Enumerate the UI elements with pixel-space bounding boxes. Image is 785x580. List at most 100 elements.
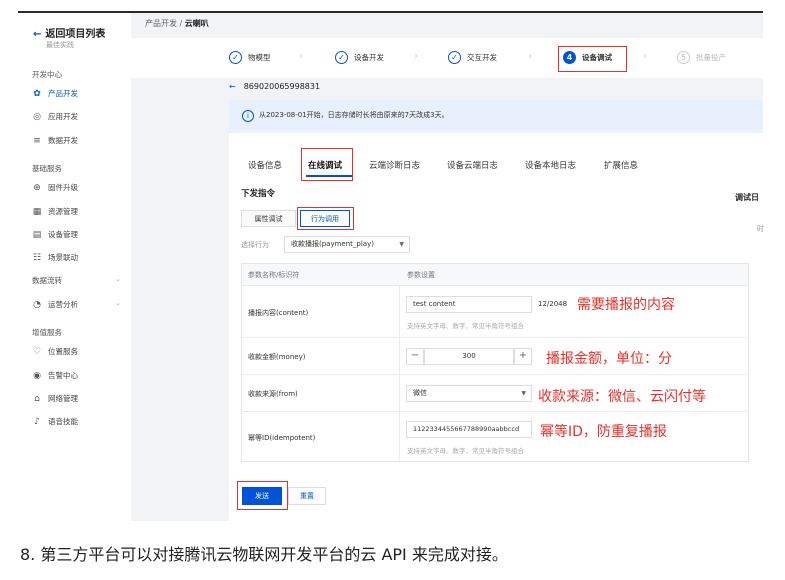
highlight-box-subtab — [297, 207, 354, 230]
tab-cloud-diagnosis-log[interactable]: 云端诊断日志 — [369, 159, 420, 171]
check-icon: ✓ — [335, 51, 348, 64]
sidebar-item-label: 告警中心 — [48, 371, 78, 380]
sidebar-item-label: 位置服务 — [48, 347, 78, 356]
step-label: 设备开发 — [354, 53, 384, 62]
alarm-icon: ◉ — [33, 370, 41, 381]
steps-bar — [131, 38, 763, 78]
chevron-right-icon: › — [414, 51, 418, 62]
sidebar-item-scene[interactable]: ☷ 场景联动 — [32, 252, 78, 263]
device-id: 869020065998831 — [243, 82, 321, 91]
reset-button[interactable]: 重置 — [288, 487, 326, 505]
tab-device-local-log[interactable]: 设备本地日志 — [525, 159, 576, 171]
device-header: ← 869020065998831 — [229, 82, 320, 91]
sidebar-item-label: 资源管理 — [48, 207, 78, 216]
chevron-down-icon: ⌄ — [115, 299, 121, 307]
resource-icon: ▦ — [32, 206, 42, 217]
breadcrumb-parent[interactable]: 产品开发 — [145, 19, 177, 28]
tab-device-info[interactable]: 设备信息 — [248, 159, 282, 171]
annotation-money: 播报金额，单位：分 — [546, 351, 672, 367]
annotation-content: 需要播报的内容 — [577, 297, 675, 313]
sidebar-item-voice[interactable]: ♪ 语音技能 — [32, 416, 78, 427]
highlight-box-step — [558, 46, 627, 72]
idempotent-input[interactable]: 1122334455667788990aabbccd — [406, 421, 532, 438]
breadcrumb-separator: / — [179, 19, 183, 28]
location-icon: ♡ — [32, 346, 42, 357]
upgrade-icon: ⊕ — [33, 182, 41, 193]
step-device-dev[interactable]: ✓ 设备开发 — [335, 51, 384, 64]
notice-banner: i 从2023-08-01开始，日志存储时长将由原来的7天改成3天。 — [229, 100, 763, 130]
action-select[interactable]: 收款播报(payment_play) ▼ — [284, 236, 410, 253]
annotation-from: 收款来源：微信、云闪付等 — [538, 389, 706, 405]
sidebar-item-app-dev[interactable]: ◎ 应用开发 — [32, 111, 78, 122]
caret-down-icon: ▼ — [521, 390, 526, 397]
breadcrumb-current: 云喇叭 — [184, 19, 209, 28]
nav-group-dataflow[interactable]: 数据流转 — [32, 275, 62, 286]
row-divider — [241, 285, 749, 286]
data-icon: ≡ — [33, 135, 41, 146]
sidebar-item-product-dev[interactable]: ✿ 产品开发 — [32, 88, 78, 99]
from-select[interactable]: 微信 ▼ — [406, 385, 532, 402]
tab-device-cloud-log[interactable]: 设备云端日志 — [447, 159, 498, 171]
nav-group-value-added: 增值服务 — [32, 328, 62, 337]
plus-button[interactable]: + — [514, 348, 532, 365]
param-label-money: 收款金额(money) — [248, 353, 306, 361]
sidebar-item-label: 应用开发 — [48, 112, 78, 121]
scene-icon: ☷ — [32, 252, 42, 263]
money-input[interactable]: 300 — [424, 348, 514, 365]
sidebar-item-data-dev[interactable]: ≡ 数据开发 — [32, 135, 78, 146]
back-arrow-icon[interactable]: ← — [229, 82, 236, 91]
sidebar-item-alarm[interactable]: ◉ 告警中心 — [32, 370, 78, 381]
column-divider — [399, 285, 400, 462]
row-divider — [241, 337, 749, 338]
step-interaction-dev[interactable]: ✓ 交互开发 — [448, 51, 497, 64]
column-header-setting: 参数设置 — [407, 271, 435, 279]
chevron-right-icon: › — [299, 51, 303, 62]
sidebar-item-label: 运营分析 — [48, 300, 78, 309]
step-number-icon: 5 — [677, 51, 690, 64]
gear-icon: ✿ — [33, 88, 41, 99]
column-header-name: 参数名称/标识符 — [248, 271, 300, 279]
chevron-right-icon: › — [643, 51, 647, 62]
back-to-projects-link[interactable]: ← 返回项目列表 — [33, 25, 105, 40]
sidebar-item-device[interactable]: ▤ 设备管理 — [32, 229, 78, 240]
subtab-property-debug[interactable]: 属性调试 — [241, 210, 296, 227]
step-model[interactable]: ✓ 物模型 — [229, 51, 271, 64]
back-arrow-icon: ← — [33, 29, 42, 40]
sidebar-item-location[interactable]: ♡ 位置服务 — [32, 346, 78, 357]
step-batch-production[interactable]: 5 批量投产 — [677, 51, 726, 64]
annotation-idempotent: 幂等ID，防重复播报 — [540, 424, 667, 440]
sidebar-item-label: 数据开发 — [48, 136, 78, 145]
step-label: 批量投产 — [696, 53, 726, 62]
action-select-value: 收款播报(payment_play) — [291, 240, 374, 248]
param-label-idempotent: 幂等ID(idempotent) — [248, 434, 316, 442]
app-icon: ◎ — [33, 111, 41, 122]
from-select-value: 微信 — [413, 389, 427, 397]
sidebar-item-analysis[interactable]: ◔ 运营分析 — [32, 299, 78, 310]
sidebar: ← 返回项目列表 最佳实践 开发中心 ✿ 产品开发 ◎ 应用开发 ≡ 数据开发 基础服务… — [18, 13, 131, 521]
caption-text: 8. 第三方平台可以对接腾讯云物联网开发平台的云 API 来完成对接。 — [20, 545, 508, 564]
project-subtitle: 最佳实践 — [46, 41, 74, 49]
caret-down-icon: ▼ — [399, 241, 404, 248]
param-label-content: 播报内容(content) — [248, 309, 309, 317]
minus-button[interactable]: − — [406, 348, 424, 365]
content-input[interactable]: test content — [406, 296, 532, 313]
tab-extension-info[interactable]: 扩展信息 — [604, 159, 638, 171]
sidebar-item-network[interactable]: ⌂ 网络管理 — [32, 393, 78, 404]
sidebar-item-resource[interactable]: ▦ 资源管理 — [32, 206, 78, 217]
sidebar-item-label: 设备管理 — [48, 230, 78, 239]
right-panel-fragment: 时 — [757, 225, 764, 233]
analysis-icon: ◔ — [33, 299, 41, 310]
network-icon: ⌂ — [34, 393, 40, 404]
sidebar-item-firmware[interactable]: ⊕ 固件升级 — [32, 182, 78, 193]
right-section-title: 调试日 — [735, 193, 759, 202]
nav-group-basic: 基础服务 — [32, 164, 62, 173]
sidebar-item-label: 场景联动 — [48, 253, 78, 262]
section-title: 下发指令 — [241, 189, 276, 199]
voice-icon: ♪ — [34, 416, 40, 427]
idempotent-hint: 支持英文字母、数字、常见半角符号组合 — [407, 447, 524, 455]
step-label: 交互开发 — [467, 53, 497, 62]
select-action-label: 选择行为 — [241, 241, 269, 249]
sidebar-item-label: 网络管理 — [48, 394, 78, 403]
chevron-down-icon: ⌄ — [115, 275, 121, 283]
screenshot-region: ← 返回项目列表 最佳实践 开发中心 ✿ 产品开发 ◎ 应用开发 ≡ 数据开发 基础服务… — [0, 0, 785, 524]
